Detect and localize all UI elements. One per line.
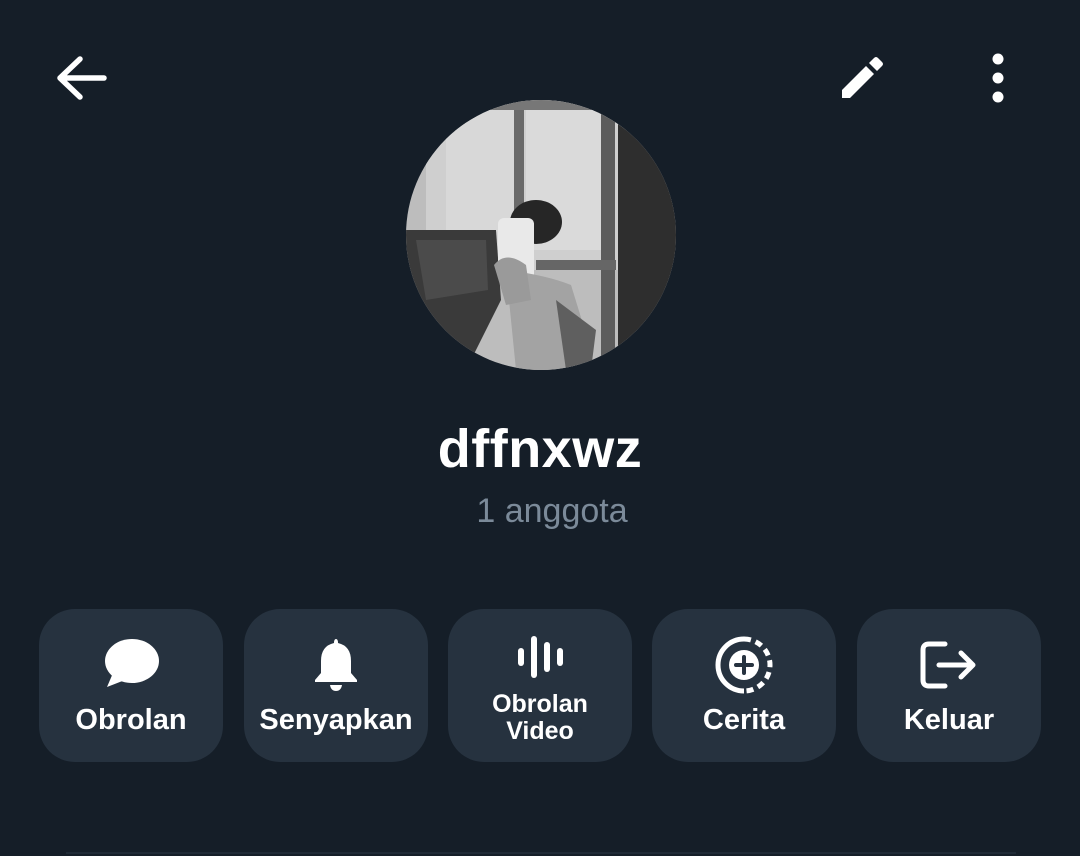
story-add-icon [712, 635, 776, 695]
voice-chat-icon [508, 627, 572, 687]
video-chat-button[interactable]: Obrolan Video [448, 609, 632, 762]
chat-button[interactable]: Obrolan [39, 609, 223, 762]
chat-button-label: Obrolan [75, 704, 187, 737]
edit-button[interactable] [822, 40, 902, 120]
group-name: dffnxwz [437, 419, 643, 479]
chat-bubble-icon [99, 635, 163, 695]
more-options-button[interactable] [958, 40, 1038, 120]
bell-icon [304, 635, 368, 695]
mute-button-label: Senyapkan [259, 704, 413, 737]
back-button[interactable] [42, 40, 122, 120]
leave-button[interactable]: Keluar [857, 609, 1041, 762]
action-bar: Obrolan Senyapkan Obrolan Video Cerita K… [39, 609, 1041, 762]
video-chat-button-label: Obrolan Video [492, 690, 588, 745]
arrow-left-icon [56, 55, 108, 106]
logout-icon [917, 635, 981, 695]
story-button-label: Cerita [702, 704, 786, 737]
leave-button-label: Keluar [903, 704, 995, 737]
pencil-icon [838, 54, 886, 107]
story-button[interactable]: Cerita [652, 609, 836, 762]
member-count: 1 anggota [476, 492, 628, 530]
more-vertical-icon [988, 53, 1008, 108]
divider [66, 852, 1016, 854]
avatar[interactable] [406, 100, 676, 370]
group-profile-screen: dffnxwz 1 anggota Obrolan Senyapkan Obro… [0, 0, 1080, 856]
mute-button[interactable]: Senyapkan [244, 609, 428, 762]
